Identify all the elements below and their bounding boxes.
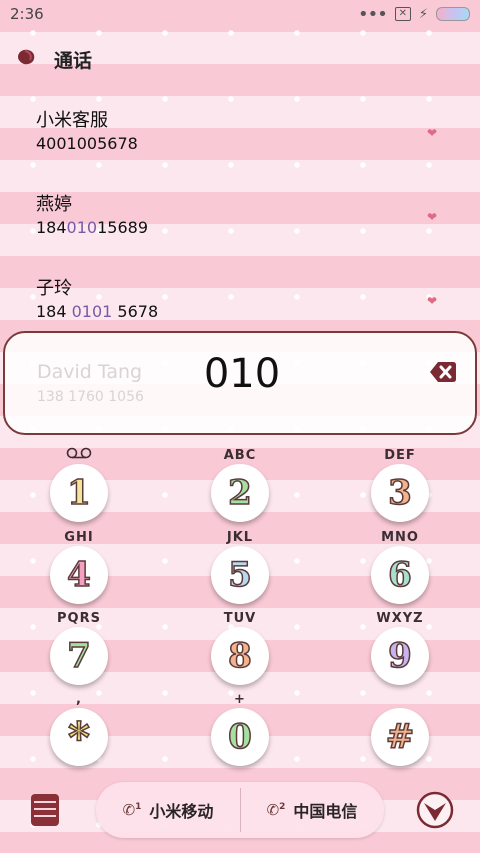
contact-number: 18401015689 — [36, 218, 148, 237]
number-prefix: 184 — [36, 218, 67, 237]
key-letters: , — [76, 692, 82, 707]
key-9-button[interactable]: 9 — [371, 627, 429, 685]
key-7[interactable]: PQRS 7 — [19, 603, 139, 685]
app-header: 通话 — [0, 40, 480, 76]
key-letters: DEF — [384, 448, 416, 463]
key-digit: # — [385, 716, 415, 758]
key-4[interactable]: GHI 4 — [19, 522, 139, 604]
more-notifications-icon: ••• — [358, 3, 388, 25]
number-suffix: 15689 — [97, 218, 148, 237]
voicemail-icon — [66, 447, 92, 459]
contact-number: 4001005678 — [36, 134, 138, 153]
number-match: 0101 — [71, 302, 113, 321]
key-3[interactable]: DEF 3 — [340, 440, 460, 522]
key-letters: + — [234, 692, 246, 707]
heart-icon: ❤ — [427, 126, 438, 140]
contact-name: 子玲 — [36, 278, 72, 299]
key-6[interactable]: MNO 6 — [340, 522, 460, 604]
status-time: 2:36 — [10, 5, 44, 23]
charging-icon: ⚡ — [418, 6, 428, 22]
sim-call-selector: ✆1 小米移动 ✆2 中国电信 — [96, 782, 384, 838]
key-9[interactable]: WXYZ 9 — [340, 603, 460, 685]
key-4-button[interactable]: 4 — [50, 546, 108, 604]
key-letters: JKL — [226, 530, 254, 545]
key-hash-button[interactable]: # — [371, 708, 429, 766]
key-letters: WXYZ — [376, 611, 424, 626]
call-sim2-button[interactable]: ✆2 中国电信 — [240, 782, 384, 838]
contact-name: 燕婷 — [36, 194, 72, 215]
key-digit: 5 — [227, 554, 252, 596]
contact-number: 184 0101 5678 — [36, 302, 158, 321]
call-sim1-button[interactable]: ✆1 小米移动 — [96, 782, 240, 838]
heart-icon: ❤ — [427, 210, 438, 224]
dial-input-panel: David Tang 138 1760 1056 010 — [3, 331, 477, 435]
phone-sim1-icon: ✆1 — [122, 801, 142, 819]
key-2[interactable]: ABC 2 — [180, 440, 300, 522]
key-hash[interactable]: # — [340, 684, 460, 766]
number-prefix: 184 — [36, 302, 72, 321]
contact-name: 小米客服 — [36, 110, 108, 131]
key-letters: ABC — [223, 448, 257, 463]
key-letters: PQRS — [57, 611, 101, 626]
key-5-button[interactable]: 5 — [211, 546, 269, 604]
contact-list-item[interactable]: 燕婷 18401015689 ❤ — [0, 190, 480, 260]
key-8[interactable]: TUV 8 — [180, 603, 300, 685]
no-sim-icon: ✕ — [394, 7, 411, 21]
key-digit: 3 — [387, 472, 412, 514]
page-title: 通话 — [54, 50, 93, 72]
key-8-button[interactable]: 8 — [211, 627, 269, 685]
key-digit: * — [67, 712, 90, 763]
backspace-icon[interactable] — [429, 360, 457, 384]
key-digit: 1 — [66, 472, 91, 514]
phone-sim2-icon: ✆2 — [266, 801, 286, 819]
collapse-dialpad-icon[interactable] — [416, 791, 454, 829]
key-letters: MNO — [381, 530, 419, 545]
dialed-number: 010 — [203, 351, 281, 397]
key-1-button[interactable]: 1 — [50, 464, 108, 522]
key-0-button[interactable]: 0 — [211, 708, 269, 766]
number-suffix: 5678 — [112, 302, 159, 321]
key-digit: 6 — [387, 554, 412, 596]
key-7-button[interactable]: 7 — [50, 627, 108, 685]
key-star[interactable]: , * — [19, 684, 139, 766]
key-6-button[interactable]: 6 — [371, 546, 429, 604]
key-digit: 9 — [387, 635, 412, 677]
key-2-button[interactable]: 2 — [211, 464, 269, 522]
sim2-label: 中国电信 — [293, 802, 358, 821]
key-1[interactable]: 1 — [19, 440, 139, 522]
key-5[interactable]: JKL 5 — [180, 522, 300, 604]
sim1-badge: 1 — [135, 802, 142, 812]
key-letters: GHI — [64, 530, 94, 545]
status-icons: ••• ✕ ⚡ — [358, 4, 470, 25]
status-bar: 2:36 ••• ✕ ⚡ — [0, 0, 480, 28]
key-3-button[interactable]: 3 — [371, 464, 429, 522]
key-digit: 2 — [227, 472, 252, 514]
battery-icon — [436, 7, 470, 21]
sim2-badge: 2 — [279, 802, 286, 812]
back-icon[interactable] — [16, 48, 36, 66]
key-star-button[interactable]: * — [50, 708, 108, 766]
number-match: 010 — [66, 218, 98, 237]
sim1-label: 小米移动 — [149, 802, 214, 821]
contact-list-item[interactable]: 小米客服 4001005678 ❤ — [0, 106, 480, 176]
key-digit: 7 — [66, 635, 91, 677]
key-letters: TUV — [223, 611, 257, 626]
key-digit: 0 — [227, 716, 252, 758]
bottom-bar: ✆1 小米移动 ✆2 中国电信 — [0, 780, 480, 840]
menu-icon[interactable] — [30, 793, 60, 827]
heart-icon: ❤ — [427, 294, 438, 308]
key-0[interactable]: + 0 — [180, 684, 300, 766]
key-digit: 8 — [227, 635, 252, 677]
key-digit: 4 — [66, 554, 91, 596]
